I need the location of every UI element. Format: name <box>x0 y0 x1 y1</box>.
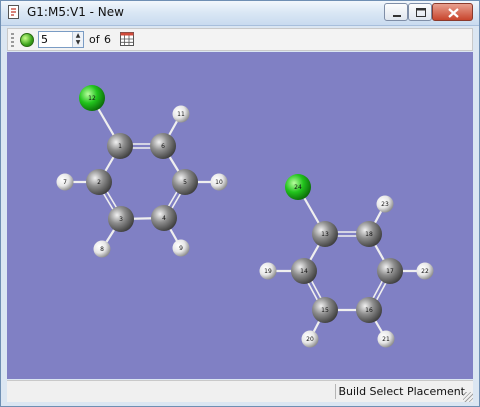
atom-label: 2 <box>97 179 101 186</box>
atom-3[interactable]: 3 <box>108 206 134 232</box>
atom-7[interactable]: 7 <box>56 173 74 191</box>
frame-number-spinbox[interactable]: ▲ ▼ <box>38 31 84 48</box>
green-status-icon[interactable] <box>20 33 34 47</box>
atom-label: 7 <box>63 179 67 186</box>
of-label: of <box>89 33 100 46</box>
atom-label: 4 <box>162 215 166 222</box>
atom-label: 16 <box>365 307 373 314</box>
atom-14[interactable]: 14 <box>291 258 317 284</box>
atom-label: 8 <box>100 246 104 253</box>
molecule-canvas[interactable]: 1 2 3 4 5 6 7 8 9 10 11 12 13 14 15 16 17 18 19 20 21 22 23 24 <box>7 52 473 379</box>
atom-12[interactable]: 12 <box>79 85 105 111</box>
atom-23[interactable]: 23 <box>376 195 394 213</box>
atom-19[interactable]: 19 <box>259 262 277 280</box>
atom-24[interactable]: 24 <box>285 174 311 200</box>
atom-label: 13 <box>321 231 329 238</box>
maximize-button[interactable] <box>408 3 432 21</box>
spin-down-icon[interactable]: ▼ <box>73 39 83 46</box>
status-bar: Build Select Placement <box>7 380 473 402</box>
status-separator <box>335 384 336 399</box>
atom-label: 18 <box>365 231 373 238</box>
atom-label: 20 <box>306 336 314 343</box>
atom-5[interactable]: 5 <box>172 169 198 195</box>
frame-number-input[interactable] <box>41 32 71 47</box>
atom-16[interactable]: 16 <box>356 297 382 323</box>
atom-label: 19 <box>264 268 272 275</box>
atom-label: 3 <box>119 216 123 223</box>
atom-label: 10 <box>215 179 223 186</box>
molecule-window: G1:M5:V1 - New ▲ ▼ of 6 <box>0 0 480 407</box>
atom-label: 11 <box>177 111 185 118</box>
atom-22[interactable]: 22 <box>416 262 434 280</box>
atom-13[interactable]: 13 <box>312 221 338 247</box>
atom-label: 17 <box>386 268 394 275</box>
minimize-button[interactable] <box>384 3 408 21</box>
frame-toolbar: ▲ ▼ of 6 <box>7 28 473 51</box>
atom-10[interactable]: 10 <box>210 173 228 191</box>
atom-17[interactable]: 17 <box>377 258 403 284</box>
window-title: G1:M5:V1 - New <box>27 5 124 19</box>
toolbar-grip[interactable] <box>11 33 14 47</box>
molecule-view[interactable]: 123 45678 9101112131415 1617181920 21222324 <box>7 52 473 379</box>
table-icon[interactable] <box>120 32 134 46</box>
atom-label: 6 <box>161 143 165 150</box>
maximize-icon <box>416 8 426 17</box>
atom-6[interactable]: 6 <box>150 133 176 159</box>
atom-label: 12 <box>88 95 96 102</box>
close-button[interactable] <box>432 3 473 21</box>
close-icon <box>448 8 459 18</box>
atom-layer: 123 45678 9101112131415 1617181920 21222324 <box>56 85 434 348</box>
atom-20[interactable]: 20 <box>301 330 319 348</box>
resize-grip-icon[interactable] <box>463 392 473 402</box>
document-app-icon <box>8 5 19 19</box>
atom-label: 1 <box>118 143 122 150</box>
atom-label: 23 <box>381 201 389 208</box>
atom-1[interactable]: 1 <box>107 133 133 159</box>
atom-label: 9 <box>179 245 183 252</box>
atom-label: 24 <box>294 184 302 191</box>
title-bar[interactable]: G1:M5:V1 - New <box>1 1 479 26</box>
atom-15[interactable]: 15 <box>312 297 338 323</box>
minimize-icon <box>393 15 401 17</box>
atom-4[interactable]: 4 <box>151 205 177 231</box>
atom-8[interactable]: 8 <box>93 240 111 258</box>
atom-2[interactable]: 2 <box>86 169 112 195</box>
spin-up-icon[interactable]: ▲ <box>73 32 83 39</box>
total-frames: 6 <box>104 33 111 46</box>
spin-arrows[interactable]: ▲ ▼ <box>72 32 83 47</box>
atom-label: 15 <box>321 307 329 314</box>
atom-21[interactable]: 21 <box>377 330 395 348</box>
atom-label: 22 <box>421 268 429 275</box>
atom-label: 5 <box>183 179 187 186</box>
atom-9[interactable]: 9 <box>172 239 190 257</box>
atom-11[interactable]: 11 <box>172 105 190 123</box>
status-text: Build Select Placement <box>338 385 465 398</box>
atom-label: 14 <box>300 268 308 275</box>
atom-18[interactable]: 18 <box>356 221 382 247</box>
atom-label: 21 <box>382 336 390 343</box>
